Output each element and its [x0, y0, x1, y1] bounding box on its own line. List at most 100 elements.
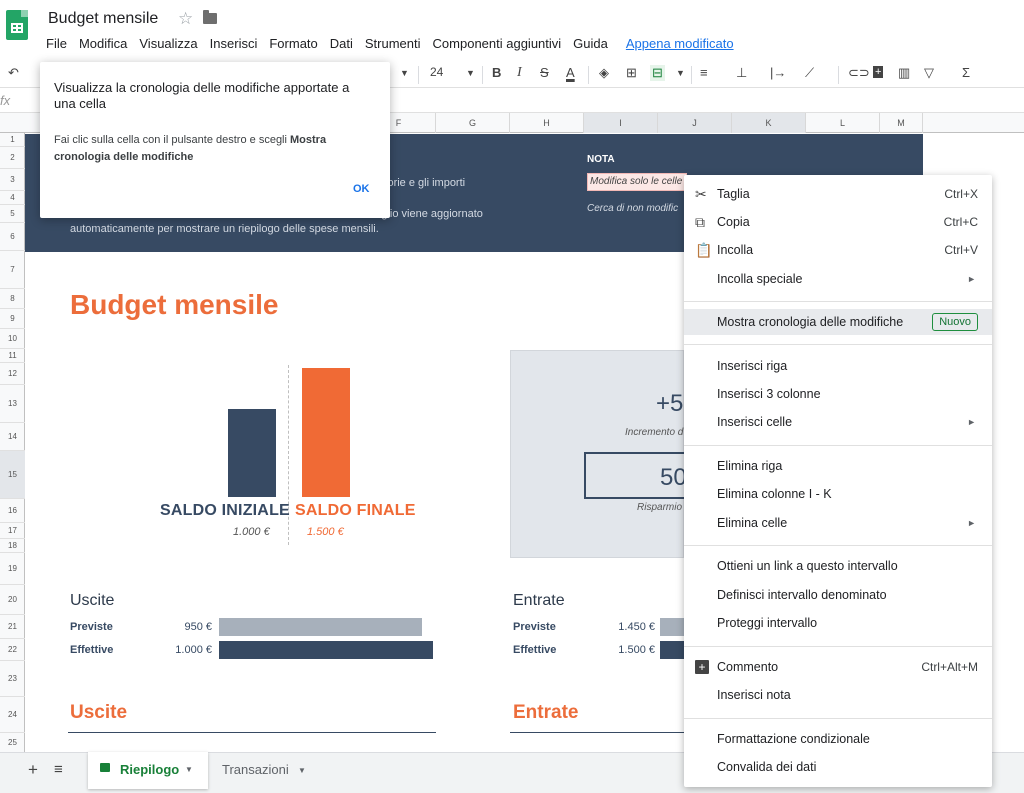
row-header[interactable]: 19	[0, 553, 25, 585]
menu-item-protect-range[interactable]: Proteggi intervallo	[684, 610, 992, 636]
tooltip-ok-button[interactable]: OK	[353, 183, 370, 195]
row-header[interactable]: 15	[0, 451, 25, 499]
menu-item-show-edit-history[interactable]: Mostra cronologia delle modifiche Nuovo	[684, 309, 992, 335]
column-header[interactable]: K	[732, 113, 806, 133]
column-header[interactable]: I	[584, 113, 658, 133]
text-rotation-icon[interactable]: ⟋	[805, 65, 814, 81]
comment-icon[interactable]: +	[873, 66, 884, 78]
row-header[interactable]: 3	[0, 169, 25, 191]
chart-icon[interactable]: ▥	[898, 65, 910, 81]
font-size-arrow-icon[interactable]: ▼	[466, 68, 475, 78]
row-header[interactable]: 12	[0, 363, 25, 385]
menu-item-data-validation[interactable]: Convalida dei dati	[684, 754, 992, 780]
menu-item-paste-special[interactable]: Incolla speciale ►	[684, 266, 992, 292]
text-color-icon[interactable]: A	[566, 65, 575, 80]
menu-item-insert-cells[interactable]: Inserisci celle ►	[684, 409, 992, 435]
row-header[interactable]: 1	[0, 133, 25, 147]
row-header[interactable]: 5	[0, 205, 25, 223]
menu-item-delete-columns[interactable]: Elimina colonne I - K	[684, 481, 992, 507]
tab-transazioni[interactable]: Transazioni	[222, 762, 289, 777]
row-header[interactable]: 14	[0, 423, 25, 451]
row-header[interactable]: 6	[0, 223, 25, 251]
menu-help[interactable]: Guida	[567, 36, 614, 51]
font-size-field[interactable]: 24	[430, 65, 443, 79]
strikethrough-icon[interactable]: S	[540, 65, 549, 80]
menu-item-insert-row[interactable]: Inserisci riga	[684, 353, 992, 379]
link-icon[interactable]: ⊂⊃	[848, 65, 870, 81]
menu-item-delete-row[interactable]: Elimina riga	[684, 453, 992, 479]
folder-icon[interactable]	[203, 10, 217, 24]
tab-dropdown-icon[interactable]: ▼	[185, 765, 193, 774]
column-header[interactable]: M	[880, 113, 923, 133]
menu-tools[interactable]: Strumenti	[359, 36, 427, 51]
merge-cells-icon[interactable]: ⊟	[650, 65, 665, 81]
menu-file[interactable]: File	[40, 36, 73, 51]
tab-label: Riepilogo	[120, 762, 180, 777]
menu-item-get-link[interactable]: Ottieni un link a questo intervallo	[684, 553, 992, 579]
menu-item-cut[interactable]: ✂ Taglia Ctrl+X	[684, 181, 992, 207]
column-header[interactable]: J	[658, 113, 732, 133]
fill-color-icon[interactable]: ◈	[599, 65, 609, 81]
italic-icon[interactable]: I	[517, 65, 522, 81]
row-header[interactable]: 20	[0, 585, 25, 615]
menu-item-insert-note[interactable]: Inserisci nota	[684, 682, 992, 708]
merge-arrow-icon[interactable]: ▼	[676, 68, 685, 78]
row-header[interactable]: 21	[0, 615, 25, 639]
sheets-logo-icon[interactable]	[6, 10, 28, 40]
menu-item-delete-cells[interactable]: Elimina celle ►	[684, 510, 992, 536]
savings-value[interactable]: 50	[584, 452, 684, 499]
font-dropdown-arrow-icon[interactable]: ▼	[400, 68, 409, 78]
row-header[interactable]: 9	[0, 309, 25, 329]
filter-icon[interactable]: ▽	[924, 65, 934, 81]
menu-addons[interactable]: Componenti aggiuntivi	[427, 36, 568, 51]
star-icon[interactable]: ☆	[178, 9, 193, 29]
row-header[interactable]: 8	[0, 289, 25, 309]
menu-item-comment[interactable]: + Commento Ctrl+Alt+M	[684, 654, 992, 680]
last-edit-link[interactable]: Appena modificato	[620, 36, 740, 51]
row-header[interactable]: 13	[0, 385, 25, 423]
row-header[interactable]: 25	[0, 733, 25, 753]
menu-view[interactable]: Visualizza	[133, 36, 203, 51]
row-header[interactable]: 11	[0, 349, 25, 363]
tab-dropdown-icon[interactable]: ▼	[298, 766, 306, 775]
column-header[interactable]: G	[436, 113, 510, 133]
menu-item-named-range[interactable]: Definisci intervallo denominato	[684, 582, 992, 608]
row-header[interactable]: 2	[0, 147, 25, 169]
tab-riepilogo[interactable]: Riepilogo ▼	[88, 752, 208, 789]
bold-icon[interactable]: B	[492, 65, 501, 80]
row-header[interactable]: 10	[0, 329, 25, 349]
menu-insert[interactable]: Inserisci	[204, 36, 264, 51]
menu-item-paste[interactable]: 📋 Incolla Ctrl+V	[684, 237, 992, 263]
menu-data[interactable]: Dati	[324, 36, 359, 51]
menu-item-conditional-formatting[interactable]: Formattazione condizionale	[684, 726, 992, 752]
row-header[interactable]: 22	[0, 639, 25, 661]
document-title[interactable]: Budget mensile	[48, 10, 158, 28]
menu-item-insert-columns[interactable]: Inserisci 3 colonne	[684, 381, 992, 407]
functions-icon[interactable]: Σ	[962, 65, 970, 80]
column-header[interactable]: L	[806, 113, 880, 133]
borders-icon[interactable]: ⊞	[626, 65, 637, 81]
menu-item-copy[interactable]: ⧉ Copia Ctrl+C	[684, 209, 992, 235]
row-header[interactable]: 4	[0, 191, 25, 205]
row-header[interactable]: 24	[0, 697, 25, 733]
menu-format[interactable]: Formato	[263, 36, 323, 51]
align-vertical-icon[interactable]: ⊥	[736, 65, 747, 81]
expenses-actual-value: 1.000 €	[175, 644, 212, 656]
row-header[interactable]: 23	[0, 661, 25, 697]
all-sheets-icon[interactable]: ≡	[54, 761, 63, 778]
note-heading: NOTA	[587, 154, 615, 165]
row-header[interactable]: 16	[0, 499, 25, 523]
menu-edit[interactable]: Modifica	[73, 36, 133, 51]
row-header[interactable]: 17	[0, 523, 25, 539]
add-sheet-icon[interactable]: +	[28, 760, 38, 780]
lock-icon	[100, 763, 110, 772]
row-header[interactable]: 7	[0, 251, 25, 289]
undo-icon[interactable]: ↶	[8, 65, 19, 81]
selected-cell[interactable]: Modifica solo le celle	[587, 173, 687, 191]
wrap-text-icon[interactable]: |→	[770, 65, 786, 80]
align-horizontal-icon[interactable]: ≡	[700, 65, 708, 80]
initial-balance-label: SALDO INIZIALE	[160, 502, 290, 519]
column-header[interactable]: H	[510, 113, 584, 133]
row-header[interactable]: 18	[0, 539, 25, 553]
submenu-arrow-icon: ►	[967, 518, 976, 528]
